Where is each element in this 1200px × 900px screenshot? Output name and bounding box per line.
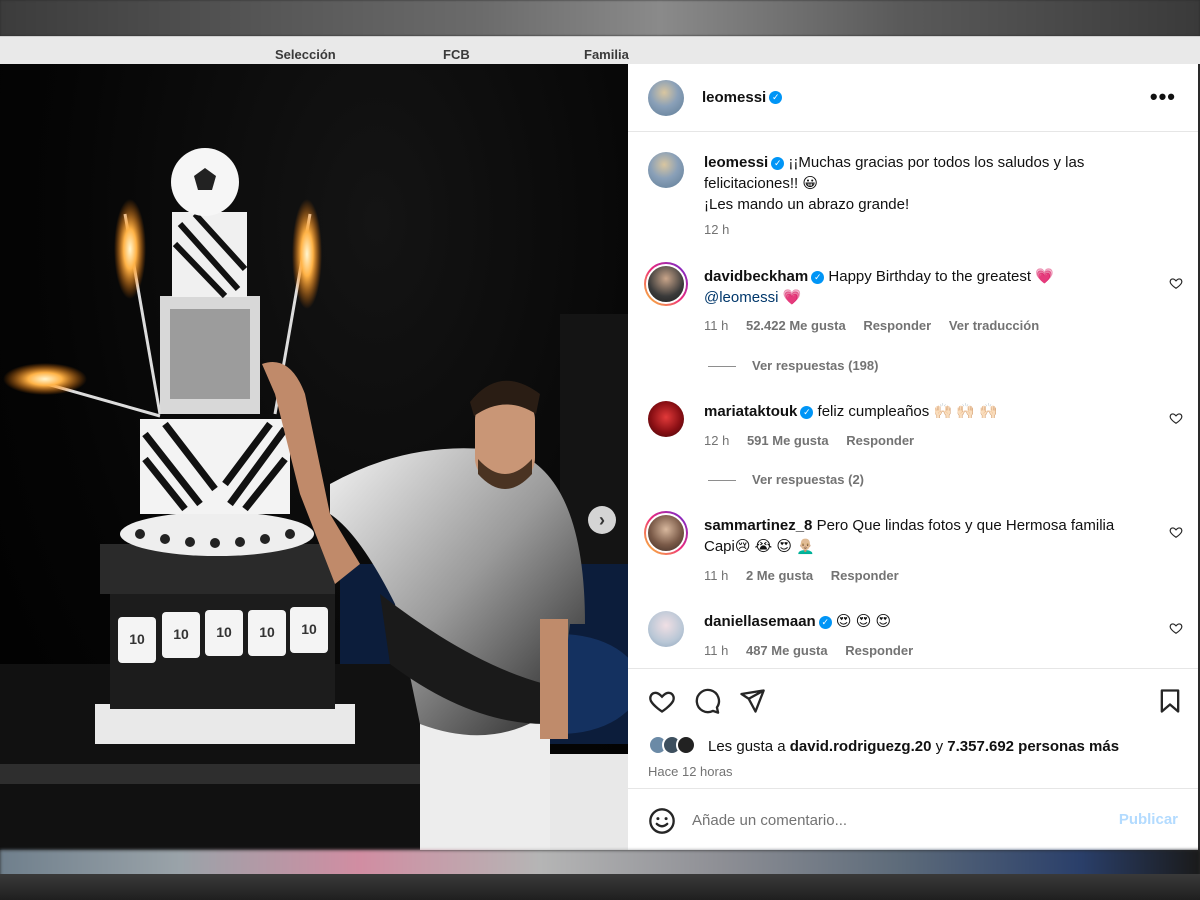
comment-text-suffix: 💗 bbox=[778, 289, 802, 306]
caption-username[interactable]: leomessi bbox=[704, 154, 768, 171]
caption-meta: 12 h bbox=[704, 222, 743, 237]
smiley-icon[interactable] bbox=[648, 807, 676, 835]
avatar bbox=[676, 735, 696, 755]
comment-item: sammartinez_8 Pero Que lindas fotos y qu… bbox=[704, 515, 1174, 557]
svg-text:10: 10 bbox=[259, 624, 275, 640]
commenter-avatar[interactable] bbox=[644, 262, 688, 306]
caption-text-1: ¡¡Muchas gracias por todos los saludos y… bbox=[788, 154, 1085, 171]
reply-button[interactable]: Responder bbox=[831, 568, 899, 583]
liked-by-others[interactable]: 7.357.692 personas más bbox=[947, 738, 1119, 755]
liked-by-user[interactable]: david.rodriguezg.20 bbox=[790, 738, 932, 755]
post-photo[interactable]: 10 10 10 10 10 › bbox=[0, 64, 628, 850]
more-options-icon[interactable]: ••• bbox=[1150, 84, 1176, 110]
verified-badge-icon: ✓ bbox=[818, 615, 832, 629]
comment-text: Pero Que lindas fotos y que Hermosa fami… bbox=[816, 517, 1115, 534]
post-actions: Les gusta a david.rodriguezg.20 y 7.357.… bbox=[628, 668, 1198, 788]
replies-divider bbox=[708, 480, 736, 482]
liked-by-middle: y bbox=[931, 738, 948, 755]
reply-button[interactable]: Responder bbox=[845, 643, 913, 658]
liked-by-text: Les gusta a david.rodriguezg.20 y 7.357.… bbox=[708, 738, 1119, 755]
verified-badge-icon: ✓ bbox=[769, 91, 783, 105]
translate-button[interactable]: Ver traducción bbox=[949, 318, 1039, 333]
view-replies-label: Ver respuestas (198) bbox=[752, 358, 879, 373]
verified-badge-icon: ✓ bbox=[771, 156, 785, 170]
next-slide-button[interactable]: › bbox=[588, 506, 616, 534]
reply-button[interactable]: Responder bbox=[863, 318, 931, 333]
caption-time[interactable]: 12 h bbox=[704, 222, 729, 237]
comment-meta: 12 h 591 Me gusta Responder bbox=[704, 433, 928, 448]
comment-item: mariataktouk ✓ feliz cumpleaños 🙌🏻 🙌🏻 🙌🏻 bbox=[704, 401, 1174, 422]
view-replies-button[interactable]: Ver respuestas (2) bbox=[708, 472, 864, 487]
publish-button[interactable]: Publicar bbox=[1119, 811, 1178, 828]
comment-username[interactable]: davidbeckham bbox=[704, 268, 808, 285]
post-timestamp[interactable]: Hace 12 horas bbox=[648, 764, 733, 779]
comment-username[interactable]: sammartinez_8 bbox=[704, 517, 812, 534]
background-blur-top bbox=[0, 0, 1200, 36]
comment-time[interactable]: 11 h bbox=[704, 568, 728, 583]
svg-text:10: 10 bbox=[129, 631, 145, 647]
view-replies-label: Ver respuestas (2) bbox=[752, 472, 865, 487]
bookmark-icon[interactable] bbox=[1156, 687, 1184, 715]
caption-author-avatar[interactable] bbox=[648, 152, 684, 188]
comment-like-heart-icon[interactable] bbox=[1169, 525, 1183, 539]
comment-text: 😍 😍 😍 bbox=[835, 613, 892, 630]
verified-badge-icon: ✓ bbox=[800, 405, 814, 419]
commenter-avatar[interactable] bbox=[644, 511, 688, 555]
replies-divider bbox=[708, 366, 736, 368]
verified-badge-icon: ✓ bbox=[811, 270, 825, 284]
comment-text: feliz cumpleaños 🙌🏻 🙌🏻 🙌🏻 bbox=[817, 403, 998, 420]
author-name-block: leomessi ✓ bbox=[702, 89, 783, 107]
comment-item: daniellasemaan ✓ 😍 😍 😍 bbox=[704, 611, 1174, 632]
svg-text:10: 10 bbox=[216, 624, 232, 640]
caption-text-3: ¡Les mando un abrazo grande! bbox=[704, 196, 910, 213]
comment-mention[interactable]: @leomessi bbox=[704, 289, 778, 306]
paper-plane-icon[interactable] bbox=[738, 687, 766, 715]
comment-meta: 11 h 2 Me gusta Responder bbox=[704, 568, 913, 583]
view-replies-button[interactable]: Ver respuestas (198) bbox=[708, 358, 878, 373]
profile-highlights-bar: Selección FCB Familia bbox=[0, 36, 1200, 64]
comment-likes[interactable]: 487 Me gusta bbox=[746, 643, 828, 658]
highlight-fcb[interactable]: FCB bbox=[443, 47, 470, 62]
caption-text-2: felicitaciones!! 😀 bbox=[704, 175, 819, 192]
comment-bubble-icon[interactable] bbox=[693, 687, 721, 715]
comment-text: Happy Birthday to the greatest 💗 bbox=[828, 268, 1054, 285]
comment-likes[interactable]: 2 Me gusta bbox=[746, 568, 813, 583]
comment-like-heart-icon[interactable] bbox=[1169, 276, 1183, 290]
comment-time[interactable]: 11 h bbox=[704, 318, 728, 333]
comment-text-2: Capi😢 😭 😍 👨🏼‍🦲 bbox=[704, 538, 815, 555]
commenter-avatar[interactable] bbox=[648, 611, 684, 647]
comment-meta: 11 h 52.422 Me gusta Responder Ver tradu… bbox=[704, 318, 1053, 333]
svg-text:10: 10 bbox=[301, 621, 317, 637]
birthday-photo-illustration: 10 10 10 10 10 bbox=[0, 148, 628, 850]
comment-like-heart-icon[interactable] bbox=[1169, 411, 1183, 425]
liked-by-avatars bbox=[648, 735, 696, 755]
highlight-seleccion[interactable]: Selección bbox=[275, 47, 336, 62]
post-header: leomessi ✓ ••• bbox=[628, 64, 1198, 132]
author-avatar[interactable] bbox=[648, 80, 684, 116]
comment-like-heart-icon[interactable] bbox=[1169, 621, 1183, 635]
liked-by-prefix: Les gusta a bbox=[708, 738, 790, 755]
post-side-panel: leomessi ✓ ••• leomessi ✓ ¡¡Muchas gracias… bbox=[628, 64, 1198, 850]
comment-meta: 11 h 487 Me gusta Responder bbox=[704, 643, 927, 658]
comment-input[interactable] bbox=[692, 807, 1092, 833]
reply-button[interactable]: Responder bbox=[846, 433, 914, 448]
comment-likes[interactable]: 591 Me gusta bbox=[747, 433, 829, 448]
heart-icon[interactable] bbox=[648, 687, 676, 715]
add-comment-bar: Publicar bbox=[628, 788, 1198, 850]
comment-item: davidbeckham ✓ Happy Birthday to the grea… bbox=[704, 266, 1174, 308]
author-username[interactable]: leomessi bbox=[702, 89, 766, 106]
comment-username[interactable]: daniellasemaan bbox=[704, 613, 816, 630]
comment-username[interactable]: mariataktouk bbox=[704, 403, 797, 420]
caption: leomessi ✓ ¡¡Muchas gracias por todos los… bbox=[704, 152, 1174, 215]
svg-text:10: 10 bbox=[173, 626, 189, 642]
comment-time[interactable]: 11 h bbox=[704, 643, 728, 658]
highlight-familia[interactable]: Familia bbox=[584, 47, 629, 62]
comment-time[interactable]: 12 h bbox=[704, 433, 729, 448]
background-blur-bottom-dark bbox=[0, 874, 1200, 900]
comment-likes[interactable]: 52.422 Me gusta bbox=[746, 318, 846, 333]
commenter-avatar[interactable] bbox=[648, 401, 684, 437]
chevron-right-icon: › bbox=[599, 509, 605, 530]
